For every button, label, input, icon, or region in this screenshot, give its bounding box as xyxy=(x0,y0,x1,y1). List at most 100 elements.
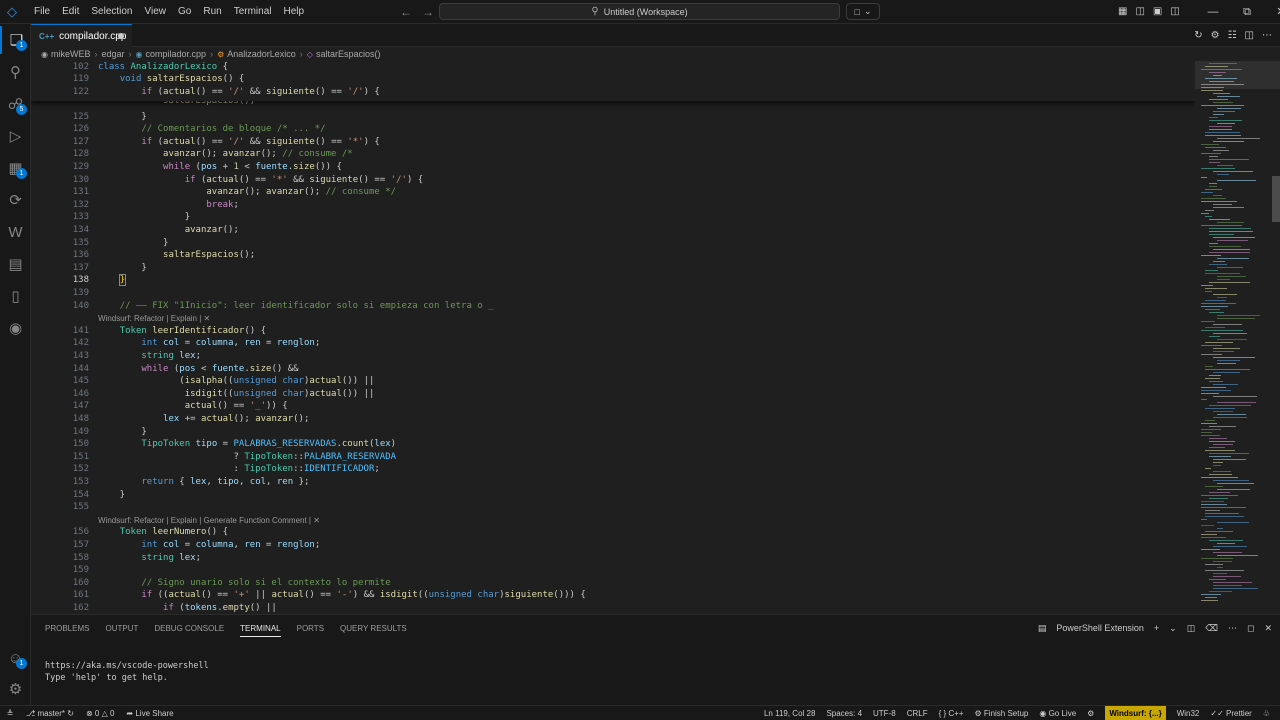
forward-icon[interactable]: → xyxy=(422,0,434,24)
menu-help[interactable]: Help xyxy=(278,0,311,24)
run-debug-icon[interactable]: ▷ xyxy=(0,122,31,150)
finish-setup-button[interactable]: ⚙ Finish Setup xyxy=(975,706,1029,720)
terminal-output[interactable]: https://aka.ms/vscode-powershell Type 'he… xyxy=(45,660,209,684)
code-line[interactable]: } xyxy=(98,112,146,122)
copilot-button[interactable]: □ ⌄ xyxy=(846,3,880,20)
code-line[interactable]: ? TipoToken::PALABRA_RESERVADA xyxy=(98,452,396,462)
problems-indicator[interactable]: ⊗ 0 △ 0 xyxy=(86,706,114,720)
code-line[interactable]: saltarEspacios(); xyxy=(98,250,255,260)
copilot-icon[interactable]: ◉ xyxy=(0,314,31,342)
split-terminal-icon[interactable]: ◫ xyxy=(1187,623,1196,634)
git-compare-icon[interactable]: ↻ xyxy=(1194,24,1202,47)
extensions-icon[interactable]: ▦ 1 xyxy=(0,154,31,182)
code-line[interactable]: if (actual() == '/' && siguiente() == '*… xyxy=(98,137,380,147)
code-line[interactable]: Token leerNumero() { xyxy=(98,527,228,537)
sticky-code-line[interactable]: if (actual() == '/' && siguiente() == '/… xyxy=(98,87,380,97)
code-line[interactable]: while (pos < fuente.size() && xyxy=(98,364,298,374)
split-editor-icon[interactable]: ◫ xyxy=(1245,24,1254,47)
code-line[interactable]: } xyxy=(98,427,146,437)
maximize-panel-icon[interactable]: ◻ xyxy=(1247,623,1254,634)
source-control-icon[interactable]: ☍ 5 xyxy=(0,90,31,118)
code-line[interactable]: string lex; xyxy=(98,351,201,361)
menu-edit[interactable]: Edit xyxy=(56,0,85,24)
code-line[interactable]: int col = columna, ren = renglon; xyxy=(98,338,320,348)
terminal-name[interactable]: PowerShell Extension xyxy=(1056,623,1144,633)
chevron-down-icon[interactable]: ⌄ xyxy=(1169,623,1177,634)
menu-terminal[interactable]: Terminal xyxy=(228,0,278,24)
code-line[interactable]: if (actual() == '*' && siguiente() == '/… xyxy=(98,175,424,185)
code-line[interactable]: // Signo unario solo si el contexto lo p… xyxy=(98,578,390,588)
code-line[interactable]: lex += actual(); avanzar(); xyxy=(98,414,309,424)
breadcrumb-item[interactable]: compilador.cpp xyxy=(146,49,207,59)
code-line[interactable]: return { lex, tipo, col, ren }; xyxy=(98,477,309,487)
indentation[interactable]: Spaces: 4 xyxy=(826,706,862,720)
windsurf-icon[interactable]: W xyxy=(0,218,31,246)
codelens-actions[interactable]: Windsurf: Refactor | Explain | Generate … xyxy=(98,516,320,525)
customize-layout-icon[interactable]: ▦ xyxy=(1118,0,1127,24)
minimap[interactable] xyxy=(1195,61,1280,614)
sticky-scroll[interactable]: 102 class AnalizadorLexico {119 void salt… xyxy=(31,61,1195,101)
windsurf-settings-icon[interactable]: ⚙ xyxy=(1087,706,1094,720)
remote-explorer-icon[interactable]: ⟳ xyxy=(0,186,31,214)
code-line[interactable]: break; xyxy=(98,200,239,210)
menu-selection[interactable]: Selection xyxy=(85,0,138,24)
code-line[interactable]: } xyxy=(98,274,127,287)
search-icon[interactable]: ⚲ xyxy=(0,58,31,86)
code-line[interactable]: string lex; xyxy=(98,553,201,563)
code-editor[interactable]: 102 class AnalizadorLexico {119 void salt… xyxy=(31,61,1195,614)
panel-tab-debug-console[interactable]: DEBUG CONSOLE xyxy=(154,624,224,633)
cursor-position[interactable]: Ln 119, Col 28 xyxy=(764,706,815,720)
code-line[interactable]: int col = columna, ren = renglon; xyxy=(98,540,320,550)
trash-icon[interactable]: ⌫ xyxy=(1205,623,1218,634)
menu-view[interactable]: View xyxy=(139,0,173,24)
gear-icon[interactable]: ⚙ xyxy=(0,675,31,703)
settings-icon[interactable]: ⚙ xyxy=(1211,24,1220,47)
close-icon[interactable]: ✕ xyxy=(1264,0,1280,24)
toggle-panel-icon[interactable]: ▣ xyxy=(1153,0,1162,24)
code-line[interactable]: TipoToken tipo = PALABRAS_RESERVADAS.cou… xyxy=(98,439,396,449)
new-terminal-icon[interactable]: + xyxy=(1154,623,1159,633)
codelens-actions[interactable]: Windsurf: Refactor | Explain | ✕ xyxy=(98,314,210,323)
tab-compilador-cpp[interactable]: C++ compilador.cpp xyxy=(31,24,132,47)
go-live-button[interactable]: ◉ Go Live xyxy=(1039,706,1076,720)
panel-tab-output[interactable]: OUTPUT xyxy=(105,624,138,633)
git-branch[interactable]: ⎇ master* ↻ xyxy=(26,706,74,720)
menu-go[interactable]: Go xyxy=(172,0,197,24)
code-line[interactable]: if ((actual() == '+' || actual() == '-')… xyxy=(98,590,585,600)
command-center-search[interactable]: ⚲ Untitled (Workspace) xyxy=(439,3,840,20)
database-icon[interactable]: ▤ xyxy=(0,250,31,278)
code-line[interactable]: if (tokens.empty() || xyxy=(98,603,277,613)
panel-tab-ports[interactable]: PORTS xyxy=(297,624,324,633)
breadcrumb-item[interactable]: AnalizadorLexico xyxy=(227,49,296,59)
code-line[interactable]: } xyxy=(98,263,146,273)
more-actions-icon[interactable]: ⋯ xyxy=(1228,623,1237,634)
end-of-line[interactable]: CRLF xyxy=(907,706,928,720)
code-line[interactable]: } xyxy=(98,238,168,248)
panel-tab-problems[interactable]: PROBLEMS xyxy=(45,624,89,633)
restore-icon[interactable]: ⧉ xyxy=(1230,0,1264,24)
code-line[interactable]: } xyxy=(98,212,190,222)
code-line[interactable]: : TipoToken::IDENTIFICADOR; xyxy=(98,464,379,474)
close-panel-icon[interactable]: ✕ xyxy=(1264,623,1272,634)
sticky-code-line[interactable]: class AnalizadorLexico { xyxy=(98,62,228,72)
explorer-icon[interactable]: ❏ 1 xyxy=(0,26,31,54)
code-line[interactable]: avanzar(); avanzar(); // consume */ xyxy=(98,187,396,197)
back-icon[interactable]: ← xyxy=(400,0,412,24)
encoding[interactable]: UTF-8 xyxy=(873,706,896,720)
prettier-status[interactable]: ✓✓ Prettier xyxy=(1210,706,1251,720)
toggle-primary-sidebar-icon[interactable]: ◫ xyxy=(1135,0,1144,24)
more-actions-icon[interactable]: ⋯ xyxy=(1262,24,1272,47)
code-line[interactable]: avanzar(); avanzar(); // consume /* xyxy=(98,149,353,159)
unsaved-dot-icon[interactable] xyxy=(118,33,124,39)
code-line[interactable]: avanzar(); xyxy=(98,225,239,235)
code-line[interactable]: isdigit((unsigned char)actual()) || xyxy=(98,389,375,399)
platform[interactable]: Win32 xyxy=(1177,706,1200,720)
sticky-code-line[interactable]: void saltarEspacios() { xyxy=(98,74,245,84)
code-line[interactable]: } xyxy=(98,490,125,500)
code-line[interactable]: actual() == '_')) { xyxy=(98,401,288,411)
menu-file[interactable]: File xyxy=(28,0,56,24)
breadcrumb-item[interactable]: edgar xyxy=(102,49,125,59)
live-share-button[interactable]: ➦ Live Share xyxy=(126,706,173,720)
remote-indicator-icon[interactable]: ≜ xyxy=(0,706,20,720)
menu-run[interactable]: Run xyxy=(197,0,227,24)
